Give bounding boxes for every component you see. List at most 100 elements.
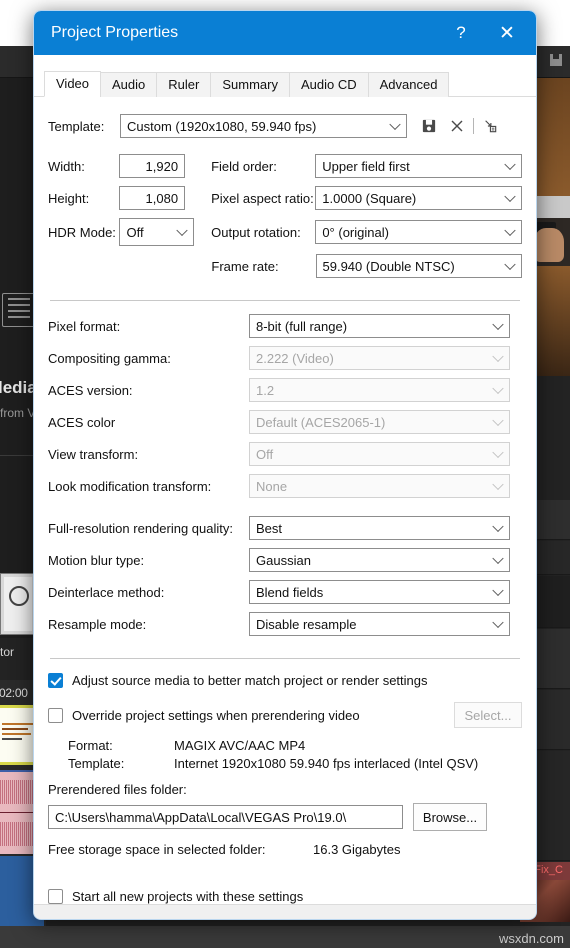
aces-version-value: 1.2: [256, 382, 275, 398]
cancel-button[interactable]: Cancel: [332, 918, 416, 919]
template-value: Custom (1920x1080, 59.940 fps): [127, 118, 317, 134]
help-button[interactable]: ?: [438, 13, 484, 53]
chevron-down-icon: [492, 414, 504, 427]
ok-button[interactable]: OK: [236, 918, 320, 919]
pixel-format-select[interactable]: 8-bit (full range): [249, 314, 510, 338]
override-prerender-checkbox[interactable]: [48, 707, 63, 723]
view-transform-label: View transform:: [48, 446, 139, 462]
aces-version-select: 1.2: [249, 378, 510, 402]
background-caption: tor: [0, 645, 15, 659]
frame-rate-value: 59.940 (Double NTSC): [322, 258, 455, 274]
save-template-button[interactable]: [419, 115, 439, 137]
chevron-down-icon: [504, 158, 516, 171]
section-divider-1: [50, 300, 520, 301]
video-tab-pane: Template: Custom (1920x1080, 59.940 fps): [34, 97, 536, 904]
motion-blur-type-label: Motion blur type:: [48, 552, 145, 568]
background-thumbnail: [0, 573, 36, 635]
background-heading: ledia: [0, 378, 37, 397]
browse-button[interactable]: Browse...: [413, 803, 487, 831]
rendering-quality-value: Best: [256, 520, 283, 536]
chevron-down-icon: [389, 118, 401, 131]
prerender-format-label: Format:: [68, 738, 113, 753]
override-prerender-label: Override project settings when prerender…: [72, 707, 360, 723]
chevron-down-icon: [492, 584, 504, 597]
compositing-gamma-value: 2.222 (Video): [256, 350, 334, 366]
free-space-value: 16.3 Gigabytes: [313, 842, 401, 857]
adjust-source-media-checkbox[interactable]: [48, 673, 63, 688]
start-new-projects-checkbox[interactable]: [48, 889, 63, 904]
look-modification-transform-label: Look modification transform:: [48, 478, 212, 494]
chevron-down-icon: [492, 446, 504, 459]
motion-blur-type-select[interactable]: Gaussian: [249, 548, 510, 572]
background-statusbar: [0, 926, 570, 948]
chevron-down-icon: [492, 382, 504, 395]
prerendered-folder-input[interactable]: C:\Users\hamma\AppData\Local\VEGAS Pro\1…: [48, 805, 403, 829]
resample-mode-value: Disable resample: [256, 616, 357, 632]
dialog-body: Video Audio Ruler Summary Audio CD Advan…: [34, 55, 536, 904]
compositing-gamma-label: Compositing gamma:: [48, 350, 171, 366]
motion-blur-type-value: Gaussian: [256, 552, 311, 568]
height-label: Height:: [48, 190, 90, 206]
prerender-template-label: Template:: [68, 756, 125, 771]
match-media-settings-icon: [485, 120, 497, 133]
pixel-aspect-ratio-label: Pixel aspect ratio:: [211, 190, 314, 206]
timeline-timecode: :02:00: [0, 686, 28, 700]
delete-template-button[interactable]: [447, 115, 467, 137]
section-divider-2: [50, 658, 520, 659]
rendering-quality-label: Full-resolution rendering quality:: [48, 520, 233, 536]
width-input[interactable]: 1,920: [119, 154, 186, 178]
watermark: wsxdn.com: [498, 931, 564, 946]
prerendered-folder-label: Prerendered files folder:: [48, 782, 187, 797]
deinterlace-method-value: Blend fields: [256, 584, 324, 600]
output-rotation-value: 0° (original): [322, 224, 389, 240]
save-icon[interactable]: [548, 52, 564, 68]
toolbar-separator: [473, 118, 474, 134]
height-input[interactable]: 1,080: [119, 186, 186, 210]
resample-mode-select[interactable]: Disable resample: [249, 612, 510, 636]
view-transform-select: Off: [249, 442, 510, 466]
width-label: Width:: [48, 158, 85, 174]
adjust-source-media-row[interactable]: Adjust source media to better match proj…: [48, 673, 522, 688]
tab-audio[interactable]: Audio: [100, 72, 158, 97]
dialog-title: Project Properties: [51, 24, 179, 41]
field-order-label: Field order:: [211, 158, 277, 174]
template-label: Template:: [48, 118, 105, 134]
rendering-quality-select[interactable]: Best: [249, 516, 510, 540]
chevron-down-icon: [504, 224, 516, 237]
output-rotation-select[interactable]: 0° (original): [315, 220, 522, 244]
template-select[interactable]: Custom (1920x1080, 59.940 fps): [120, 114, 407, 138]
tab-audio-cd[interactable]: Audio CD: [288, 72, 369, 97]
tab-advanced[interactable]: Advanced: [367, 72, 450, 97]
resample-mode-label: Resample mode:: [48, 616, 147, 632]
adjust-source-media-label: Adjust source media to better match proj…: [72, 673, 428, 688]
close-button[interactable]: ✕: [484, 13, 530, 53]
chevron-down-icon: [492, 552, 504, 565]
chevron-down-icon: [492, 616, 504, 629]
chevron-down-icon: [492, 478, 504, 491]
frame-rate-select[interactable]: 59.940 (Double NTSC): [315, 254, 522, 278]
document-icon: [2, 293, 36, 327]
look-modification-transform-value: None: [256, 478, 288, 494]
project-properties-dialog: Project Properties ? ✕ Video Audio Ruler…: [33, 10, 537, 920]
tab-summary[interactable]: Summary: [210, 72, 290, 97]
chevron-down-icon: [504, 258, 516, 271]
delete-icon: [451, 120, 463, 132]
field-order-select[interactable]: Upper field first: [315, 154, 522, 178]
hdr-mode-label: HDR Mode:: [48, 224, 116, 240]
deinterlace-method-select[interactable]: Blend fields: [249, 580, 510, 604]
frame-rate-label: Frame rate:: [211, 258, 279, 274]
apply-button[interactable]: Apply: [428, 918, 512, 919]
aces-version-label: ACES version:: [48, 382, 133, 398]
free-space-label: Free storage space in selected folder:: [48, 842, 266, 857]
tab-ruler[interactable]: Ruler: [156, 72, 212, 97]
dialog-footer: OK Cancel Apply: [34, 904, 536, 919]
tab-video[interactable]: Video: [44, 71, 102, 97]
chevron-down-icon: [504, 190, 516, 203]
pixel-aspect-ratio-select[interactable]: 1.0000 (Square): [315, 186, 522, 210]
match-media-settings-button[interactable]: [480, 115, 500, 137]
chevron-down-icon: [492, 318, 504, 331]
dialog-titlebar: Project Properties ? ✕: [34, 11, 536, 55]
pixel-aspect-ratio-value: 1.0000 (Square): [322, 190, 417, 206]
hdr-mode-select[interactable]: Off: [119, 218, 195, 246]
pixel-format-value: 8-bit (full range): [256, 318, 348, 334]
